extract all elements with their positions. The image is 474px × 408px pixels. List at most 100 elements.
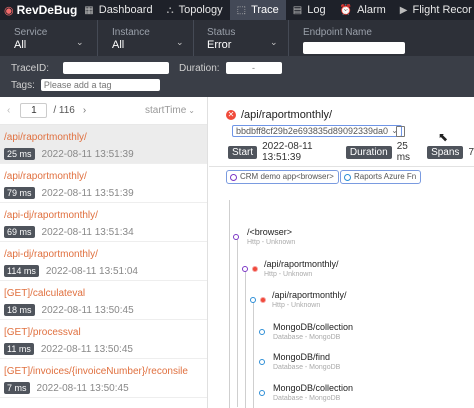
nav-topology[interactable]: ⛬ Topology [160,0,230,20]
error-dot-icon [252,266,258,272]
trace-time: 2022-08-11 13:51:04 [45,265,138,277]
error-dot-icon [260,297,266,303]
page-total: / 116 [53,105,75,116]
sort-select[interactable]: startTime ⌄ [145,105,195,116]
nav-log[interactable]: ▤ Log [286,0,333,20]
next-page-icon[interactable]: › [83,105,86,116]
tags-input[interactable] [40,79,160,91]
trace-meta: 18 ms 2022-08-11 13:50:45 [4,304,207,316]
endpoint-name-input[interactable] [303,42,405,54]
tree-line [229,200,230,408]
pagination: ‹ 1 / 116 › startTime ⌄ [0,97,207,125]
span-name[interactable]: MongoDB/collection [273,383,353,393]
span-name[interactable]: /api/raportmonthly/ [272,290,347,300]
log-icon: ▤ [292,4,303,16]
trace-detail-panel: ✕ /api/raportmonthly/ bbdbff8cf29b2e6938… [209,97,474,408]
trace-endpoint: [GET]/calculateval [4,288,86,299]
spans-tag: Spans [427,145,464,159]
duration-label: Duration: [178,62,220,74]
span-node-icon[interactable] [259,390,265,396]
error-icon: ✕ [226,110,236,120]
trace-endpoint: [GET]/processval [4,327,81,338]
top-navigation: ◉ RevDeBug ▦ Dashboard ⛬ Topology ⬚ Trac… [0,0,474,20]
start-tag: Start [228,145,258,159]
trace-meta: 114 ms 2022-08-11 13:51:04 [4,265,207,277]
trace-list-item[interactable]: /api-dj/raportmonthly/69 ms 2022-08-11 13… [0,203,207,242]
endpoint-filter: Endpoint Name [288,20,474,56]
trace-list-item[interactable]: [GET]/calculateval 18 ms 2022-08-11 13:50:… [0,281,207,320]
nav-label: Dashboard [98,4,153,16]
trace-list-panel: ‹ 1 / 116 › startTime ⌄ /api/raportmonthl… [0,97,208,408]
service-color-icon [344,173,351,181]
sort-value: startTime [144,105,187,116]
start-value: 2022-08-11 13:51:39 [262,141,313,163]
service-select[interactable]: Service All ⌄ [0,20,97,56]
spans-value: 7 [468,146,474,158]
trace-list: /api/raportmonthly/25 ms 2022-08-11 13:51… [0,125,207,398]
duration-badge: 69 ms [4,226,35,238]
prev-page-icon[interactable]: ‹ [7,105,10,116]
span-node-icon[interactable] [233,234,239,240]
trace-time: 2022-08-11 13:50:45 [40,343,133,355]
span-component: Database - MongoDB [273,334,341,341]
span-node-icon[interactable] [259,359,265,365]
trace-search-bar: TraceID: Duration: - Tags: [0,56,474,97]
span-component: Http - Unknown [247,239,296,246]
trace-endpoint: /api-dj/raportmonthly/ [4,249,98,260]
trace-list-item[interactable]: /api/raportmonthly/25 ms 2022-08-11 13:51… [0,125,207,164]
trace-meta: 11 ms 2022-08-11 13:50:45 [4,343,207,355]
trace-meta: 25 ms 2022-08-11 13:51:39 [4,148,207,160]
trace-title: ✕ /api/raportmonthly/ [226,109,332,121]
nav-label: Topology [178,4,223,16]
tree-line [237,237,238,407]
trace-icon: ⬚ [236,4,247,16]
service-filter-crm[interactable]: CRM demo app<browser> [226,170,339,184]
duration-badge: 79 ms [4,187,35,199]
span-component: Database - MongoDB [273,364,341,371]
brand-logo[interactable]: ◉ RevDeBug [0,3,77,17]
service-filter-raports[interactable]: Raports Azure Fn [340,170,422,184]
nav-label: Flight Recor [412,4,472,16]
span-node-icon[interactable] [250,297,256,303]
nav-dashboard[interactable]: ▦ Dashboard [77,0,159,20]
span-name[interactable]: MongoDB/collection [273,322,353,332]
trace-meta: 79 ms 2022-08-11 13:51:39 [4,187,207,199]
revdebug-logo-icon: ◉ [4,4,14,17]
duration-range-input[interactable]: - [225,62,282,74]
copy-icon[interactable] [396,126,405,137]
duration-badge: 25 ms [4,148,35,160]
dashboard-icon: ▦ [84,4,94,16]
topology-icon: ⛬ [166,4,174,16]
service-value: All [14,39,27,51]
trace-endpoint: /api-dj/raportmonthly/ [4,210,98,221]
span-name[interactable]: /<browser> [247,227,292,237]
status-select[interactable]: Status Error ⌄ [193,20,288,56]
span-node-icon[interactable] [242,266,248,272]
chevron-down-icon: ⌄ [188,106,195,115]
trace-meta: 7 ms 2022-08-11 13:50:45 [4,382,207,394]
span-node-icon[interactable] [259,329,265,335]
span-component: Http - Unknown [264,271,313,278]
trace-summary: Start 2022-08-11 13:51:39 Duration 25 ms… [228,141,474,163]
nav-trace[interactable]: ⬚ Trace [229,0,286,20]
nav-flight-recorder[interactable]: ▶ Flight Recor [393,0,474,20]
nav-alarm[interactable]: ⏰ Alarm [333,0,393,20]
page-number-input[interactable]: 1 [20,103,48,118]
trace-id-select[interactable]: bbdbff8cf29b2e693835d89092339da0 ⌄ [232,125,402,137]
trace-endpoint: [GET]/invoices/{invoiceNumber}/reconsile [4,366,188,377]
traceid-input[interactable] [62,62,169,74]
nav-label: Trace [251,4,279,16]
span-name[interactable]: MongoDB/find [273,352,330,362]
trace-list-item[interactable]: [GET]/invoices/{invoiceNumber}/reconsile… [0,359,207,398]
trace-list-item[interactable]: [GET]/processval 11 ms 2022-08-11 13:50:45 [0,320,207,359]
service-name: CRM demo app<browser> [240,172,334,181]
trace-list-item[interactable]: /api/raportmonthly/79 ms 2022-08-11 13:51… [0,164,207,203]
span-name[interactable]: /api/raportmonthly/ [264,259,339,269]
service-color-icon [230,173,237,181]
tree-line [253,300,254,408]
trace-list-item[interactable]: /api-dj/raportmonthly/114 ms 2022-08-11 1… [0,242,207,281]
trace-endpoint: /api/raportmonthly/ [4,171,87,182]
nav-label: Log [307,4,326,16]
trace-endpoint: /api/raportmonthly/ [4,132,87,143]
instance-select[interactable]: Instance All ⌄ [97,20,193,56]
